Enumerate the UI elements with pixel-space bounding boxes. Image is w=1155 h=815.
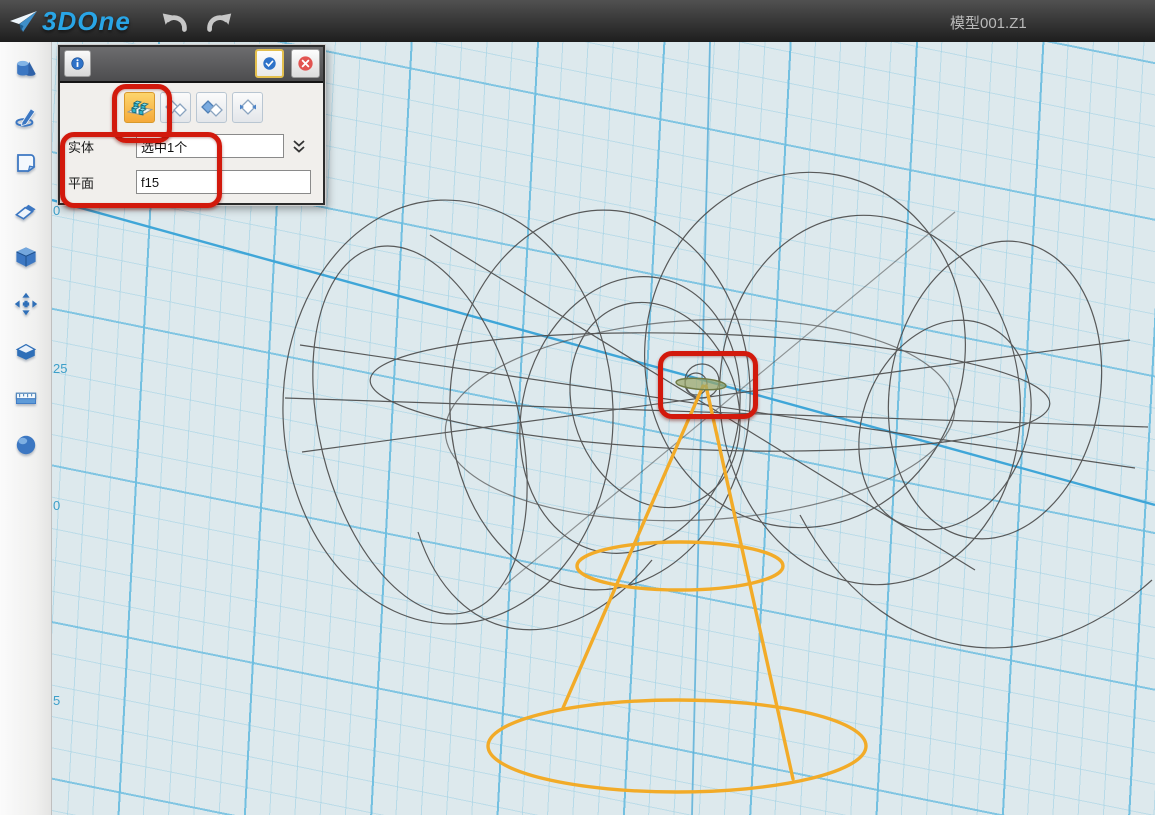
sidebar-item-primitive-solids[interactable] [8, 54, 44, 84]
info-icon [71, 54, 84, 73]
option-two-diamonds-button[interactable] [160, 92, 191, 123]
diamonds-white-icon [163, 95, 189, 121]
viewport-3d[interactable]: 0 25 0 5 [52, 42, 1155, 815]
3done-application-window: 3DOne 模型001.Z1 [0, 0, 1155, 815]
redo-button[interactable] [197, 4, 241, 38]
ruler-icon [14, 383, 38, 413]
confirm-button[interactable] [255, 49, 284, 78]
double-chevron-down-icon [291, 139, 307, 154]
sidebar-item-basic-move[interactable] [8, 289, 44, 319]
option-blue-diamond-button[interactable] [196, 92, 227, 123]
sidebar-item-sketch-surface[interactable] [8, 148, 44, 178]
cube-icon [14, 242, 38, 272]
expand-more-button[interactable] [291, 139, 307, 154]
sidebar-item-measure[interactable] [8, 383, 44, 413]
plane-field-label: 平面 [68, 173, 136, 192]
info-button[interactable] [64, 50, 91, 77]
split-command-dialog: 实体 平面 [58, 45, 325, 205]
entity-field-label: 实体 [68, 137, 136, 156]
undo-arrow-icon [159, 6, 191, 36]
undo-button[interactable] [153, 4, 197, 38]
sidebar-item-combine-edit[interactable] [8, 336, 44, 366]
x-axis-line [52, 200, 1155, 505]
app-logo-text: 3DOne [42, 6, 131, 37]
paper-plane-icon [8, 8, 38, 35]
diamonds-blue-icon [199, 95, 225, 121]
split-solid-icon [127, 95, 153, 121]
title-bar: 3DOne 模型001.Z1 [0, 0, 1155, 43]
surface-sheet-icon [14, 148, 38, 178]
check-icon [263, 53, 276, 74]
option-diamond-arrows-button[interactable] [232, 92, 263, 123]
sidebar-item-material-render[interactable] [8, 430, 44, 460]
combine-box-icon [14, 336, 38, 366]
sketch-pen-icon [14, 101, 38, 131]
dialog-header [60, 47, 323, 83]
solids-icon [14, 54, 38, 84]
diamonds-arrows-icon [235, 95, 261, 121]
app-logo: 3DOne [8, 6, 131, 37]
cancel-button[interactable] [291, 49, 320, 78]
move-arrows-icon [14, 289, 38, 319]
sidebar-item-sketch-draw[interactable] [8, 101, 44, 131]
close-icon [298, 53, 313, 74]
sidebar-item-feature-modeling[interactable] [8, 242, 44, 272]
document-title: 模型001.Z1 [950, 12, 1027, 33]
highlighted-cone [488, 386, 866, 792]
plane-field-input[interactable] [136, 170, 311, 194]
wireframe-model [276, 151, 1152, 647]
sidebar-item-special-edit[interactable] [8, 195, 44, 225]
sphere-icon [14, 430, 38, 460]
trim-eraser-icon [14, 195, 38, 225]
plane-field-row: 平面 [68, 170, 311, 194]
entity-field-row: 实体 [68, 134, 307, 158]
split-options-row [124, 92, 263, 123]
main-toolbar-sidebar [0, 42, 52, 815]
redo-arrow-icon [203, 6, 235, 36]
split-solid-option-button[interactable] [124, 92, 155, 123]
entity-field-input[interactable] [136, 134, 284, 158]
